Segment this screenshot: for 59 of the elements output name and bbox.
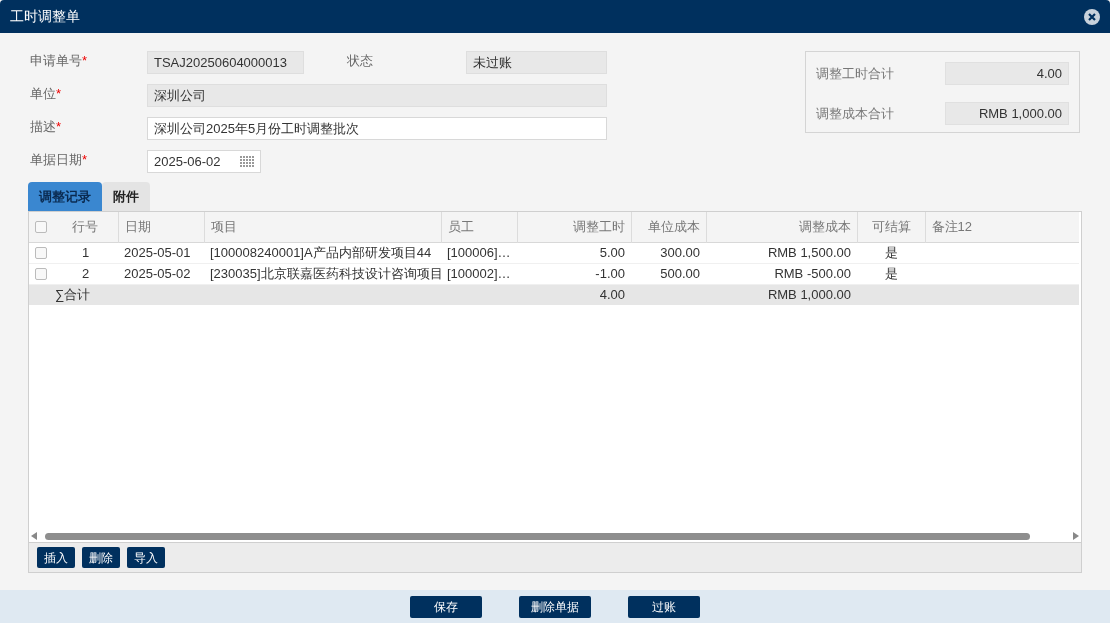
scroll-left-icon[interactable] <box>31 532 37 540</box>
window-title: 工时调整单 <box>10 7 80 26</box>
readonly-field: 4.00 <box>945 62 1069 85</box>
column-header[interactable]: 单位成本 <box>631 212 706 242</box>
table-cell: 4.00 <box>517 284 631 305</box>
readonly-field: 深圳公司 <box>147 84 607 107</box>
calendar-icon[interactable] <box>240 155 254 168</box>
column-header[interactable]: 调整成本 <box>706 212 857 242</box>
table-cell: -1.00 <box>517 263 631 284</box>
table-cell: RMB 1,500.00 <box>706 242 857 263</box>
scroll-right-icon[interactable] <box>1073 532 1079 540</box>
table-cell: 1 <box>53 242 118 263</box>
close-icon[interactable] <box>1084 8 1100 25</box>
table-cell: [230035]北京联嘉医药科技设计咨询项目 <box>204 263 441 284</box>
total-label: ∑合计 <box>53 284 118 305</box>
table-cell: 300.00 <box>631 242 706 263</box>
table-cell: 2 <box>53 263 118 284</box>
checkbox[interactable] <box>35 267 47 280</box>
table-cell: [100002]… <box>441 263 517 284</box>
readonly-field: 未过账 <box>466 51 607 74</box>
tab[interactable]: 附件 <box>102 182 150 211</box>
table-cell: [100006]… <box>441 242 517 263</box>
table-cell: 500.00 <box>631 263 706 284</box>
checkbox[interactable] <box>35 246 47 259</box>
footer-button[interactable]: 过账 <box>628 595 700 618</box>
column-header[interactable]: 备注12 <box>925 212 1079 242</box>
field-label: 申请单号* <box>30 52 89 70</box>
field-label: 单位* <box>30 85 63 103</box>
table-cell: 是 <box>857 242 925 263</box>
checkbox[interactable] <box>35 220 47 233</box>
column-header[interactable]: 可结算 <box>857 212 925 242</box>
footer-button[interactable]: 保存 <box>410 595 482 618</box>
table-cell: RMB 1,000.00 <box>706 284 857 305</box>
field-label: 单据日期* <box>30 151 89 169</box>
table-cell: [100008240001]A产品内部研发项目44 <box>204 242 441 263</box>
column-header[interactable]: 行号 <box>53 212 118 242</box>
table-cell: 2025-05-02 <box>118 263 204 284</box>
toolbar-button[interactable]: 插入 <box>37 547 75 568</box>
table-cell: 2025-05-01 <box>118 242 204 263</box>
toolbar-button[interactable]: 导入 <box>127 547 165 568</box>
input-field[interactable]: 深圳公司2025年5月份工时调整批次 <box>147 117 607 140</box>
column-header[interactable]: 项目 <box>204 212 441 242</box>
footer-button[interactable]: 删除单据 <box>519 595 591 618</box>
summary-label: 调整成本合计 <box>816 104 894 123</box>
column-header[interactable]: 员工 <box>441 212 517 242</box>
table-cell: 是 <box>857 263 925 284</box>
readonly-field: TSAJ20250604000013 <box>147 51 304 74</box>
column-header[interactable]: 日期 <box>118 212 204 242</box>
field-label: 状态 <box>347 52 374 70</box>
scrollbar-thumb[interactable] <box>45 532 1030 540</box>
table-cell: 5.00 <box>517 242 631 263</box>
table-cell: RMB -500.00 <box>706 263 857 284</box>
summary-label: 调整工时合计 <box>816 64 894 83</box>
tab[interactable]: 调整记录 <box>28 182 102 211</box>
column-header[interactable]: 调整工时 <box>517 212 631 242</box>
toolbar-button[interactable]: 删除 <box>82 547 120 568</box>
readonly-field: RMB 1,000.00 <box>945 102 1069 125</box>
date-field[interactable]: 2025-06-02 <box>147 150 261 173</box>
field-label: 描述* <box>30 118 63 136</box>
